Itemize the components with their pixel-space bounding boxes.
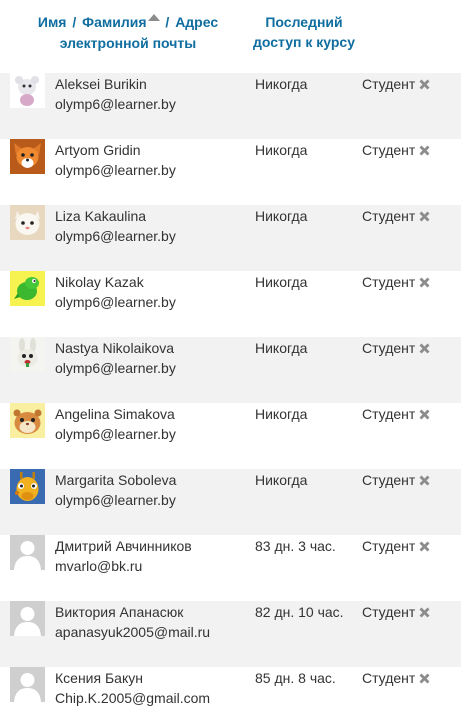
table-row: Aleksei Burikin olymp6@learner.by Никогда С… <box>0 73 461 139</box>
default-user-avatar[interactable] <box>10 601 45 636</box>
giraffe-avatar[interactable] <box>10 469 45 504</box>
user-email: olymp6@learner.by <box>55 96 176 112</box>
cat-avatar[interactable] <box>10 205 45 240</box>
user-name-link[interactable]: Margarita Soboleva <box>55 470 176 490</box>
table-row: Angelina Simakova olymp6@learner.by Никогд… <box>0 403 461 469</box>
remove-role-icon[interactable] <box>417 473 432 488</box>
user-email: Chip.K.2005@gmail.com <box>55 690 211 706</box>
table-row: Liza Kakaulina olymp6@learner.by Никогда Ст… <box>0 205 461 271</box>
user-name-link[interactable]: Дмитрий Авчинников <box>55 536 192 556</box>
header-separator: / <box>165 14 170 30</box>
remove-role-icon[interactable] <box>417 77 432 92</box>
sort-asc-icon[interactable] <box>147 14 160 21</box>
last-access: 83 дн. 3 час. <box>255 538 336 554</box>
remove-role-icon[interactable] <box>417 275 432 290</box>
remove-role-icon[interactable] <box>417 539 432 554</box>
user-email: olymp6@learner.by <box>55 162 176 178</box>
user-email: mvarlo@bk.ru <box>55 558 143 574</box>
user-email: apanasyuk2005@mail.ru <box>55 624 211 640</box>
table-row: Виктория Апанасюк apanasyuk2005@mail.ru 82… <box>0 601 461 667</box>
last-access: Никогда <box>255 76 308 92</box>
table-row: Дмитрий Авчинников mvarlo@bk.ru 83 дн. 3 ч… <box>0 535 461 601</box>
user-email: olymp6@learner.by <box>55 228 176 244</box>
user-email: olymp6@learner.by <box>55 294 176 310</box>
user-email: olymp6@learner.by <box>55 360 176 376</box>
participants-table: Aleksei Burikin olymp6@learner.by Никогда С… <box>0 73 461 718</box>
default-user-avatar[interactable] <box>10 535 45 570</box>
table-header: Имя / Фамилия / Адрес электронной почты … <box>0 0 461 73</box>
user-role: Студент <box>362 406 416 422</box>
user-role: Студент <box>362 208 416 224</box>
user-role: Студент <box>362 274 416 290</box>
remove-role-icon[interactable] <box>417 341 432 356</box>
last-access: Никогда <box>255 472 308 488</box>
sort-last-name-link[interactable]: Фамилия <box>82 14 146 30</box>
last-access: Никогда <box>255 406 308 422</box>
default-user-avatar[interactable] <box>10 667 45 702</box>
remove-role-icon[interactable] <box>417 143 432 158</box>
user-role: Студент <box>362 142 416 158</box>
hamster-avatar[interactable] <box>10 403 45 438</box>
user-name-link[interactable]: Nastya Nikolaikova <box>55 338 174 358</box>
user-name-link[interactable]: Ксения Бакун <box>55 668 143 688</box>
user-role: Студент <box>362 472 416 488</box>
table-row: Nastya Nikolaikova olymp6@learner.by Никог… <box>0 337 461 403</box>
user-name-link[interactable]: Artyom Gridin <box>55 140 141 160</box>
last-access: 82 дн. 10 час. <box>255 604 344 620</box>
fox-avatar[interactable] <box>10 139 45 174</box>
header-separator: / <box>72 14 77 30</box>
remove-role-icon[interactable] <box>417 209 432 224</box>
user-name-link[interactable]: Angelina Simakova <box>55 404 175 424</box>
remove-role-icon[interactable] <box>417 407 432 422</box>
sort-first-name-link[interactable]: Имя <box>38 14 67 30</box>
last-access: Никогда <box>255 340 308 356</box>
remove-role-icon[interactable] <box>417 671 432 686</box>
table-row: Margarita Soboleva olymp6@learner.by Никог… <box>0 469 461 535</box>
table-row: Artyom Gridin olymp6@learner.by Никогда Сту… <box>0 139 461 205</box>
user-role: Студент <box>362 604 416 620</box>
remove-role-icon[interactable] <box>417 605 432 620</box>
user-name-link[interactable]: Aleksei Burikin <box>55 74 147 94</box>
table-row: Ксения Бакун Chip.K.2005@gmail.com 85 дн. … <box>0 667 461 718</box>
user-role: Студент <box>362 76 416 92</box>
cartoon-animal-avatar[interactable] <box>10 73 45 108</box>
user-email: olymp6@learner.by <box>55 426 176 442</box>
user-name-link[interactable]: Liza Kakaulina <box>55 206 146 226</box>
name-email-header: Имя / Фамилия / Адрес электронной почты <box>18 12 238 54</box>
sort-last-access-link[interactable]: Последний доступ к курсу <box>246 12 362 52</box>
last-access: Никогда <box>255 274 308 290</box>
user-role: Студент <box>362 538 416 554</box>
last-access: Никогда <box>255 142 308 158</box>
user-email: olymp6@learner.by <box>55 492 176 508</box>
dinosaur-avatar[interactable] <box>10 271 45 306</box>
user-name-link[interactable]: Nikolay Kazak <box>55 272 144 292</box>
user-role: Студент <box>362 670 416 686</box>
last-access: 85 дн. 8 час. <box>255 670 336 686</box>
user-role: Студент <box>362 340 416 356</box>
user-name-link[interactable]: Виктория Апанасюк <box>55 602 183 622</box>
rabbit-avatar[interactable] <box>10 337 45 372</box>
table-row: Nikolay Kazak olymp6@learner.by Никогда Сту… <box>0 271 461 337</box>
last-access: Никогда <box>255 208 308 224</box>
